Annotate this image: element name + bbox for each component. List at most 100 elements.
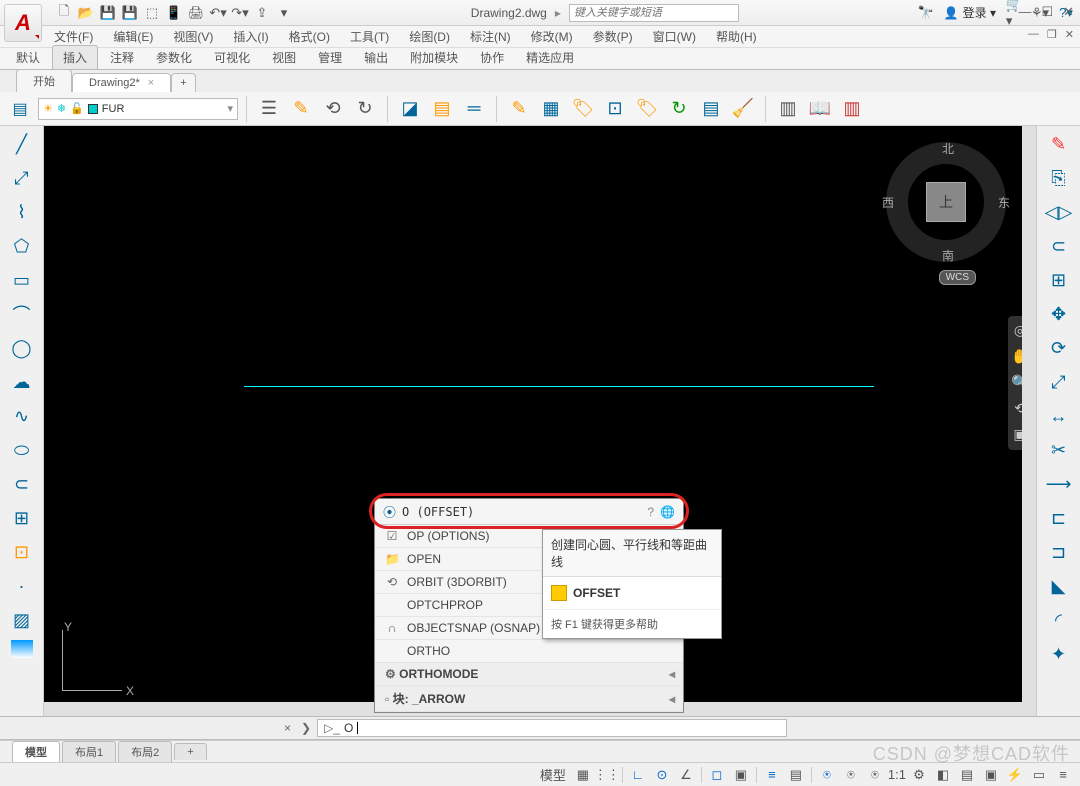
block-icon[interactable]: ✎: [505, 95, 533, 123]
rtab-collab[interactable]: 协作: [470, 46, 514, 69]
menu-param[interactable]: 参数(P): [585, 26, 641, 47]
ellipse-tool-icon[interactable]: ⬭: [6, 436, 38, 464]
plot-icon[interactable]: 🖨: [188, 5, 204, 21]
copy-tool-icon[interactable]: ⎘: [1043, 164, 1075, 192]
ellipsearc-tool-icon[interactable]: ⊂: [6, 470, 38, 498]
block-grid-icon[interactable]: ▦: [537, 95, 565, 123]
cmdline-close-icon[interactable]: ×: [280, 721, 295, 735]
block-tool-icon[interactable]: ⊡: [6, 538, 38, 566]
layer-dropdown[interactable]: ☀ ❄ 🔓 FUR ▾: [38, 98, 238, 120]
block-create-icon[interactable]: ▤: [697, 95, 725, 123]
help-small-icon[interactable]: ?: [647, 505, 654, 519]
break-tool-icon[interactable]: ⊏: [1043, 504, 1075, 532]
move-tool-icon[interactable]: ✥: [1043, 300, 1075, 328]
layer-prev-icon[interactable]: ✎: [287, 95, 315, 123]
doc-close-icon[interactable]: ✕: [1065, 28, 1074, 41]
scale-tool-icon[interactable]: ⤢: [1043, 368, 1075, 396]
cleanscreen-icon[interactable]: ▭: [1028, 765, 1050, 785]
isodraft-icon[interactable]: ∠: [675, 765, 697, 785]
open-icon[interactable]: 📂: [78, 5, 94, 21]
annomonitor-icon[interactable]: ▤: [956, 765, 978, 785]
save-icon[interactable]: 💾: [100, 5, 116, 21]
rtab-featured[interactable]: 精选应用: [516, 46, 584, 69]
mirror-tool-icon[interactable]: ◁▷: [1043, 198, 1075, 226]
menu-modify[interactable]: 修改(M): [523, 26, 581, 47]
palette3-icon[interactable]: ▥: [838, 95, 866, 123]
annoscale-icon[interactable]: ⍟: [816, 765, 838, 785]
tab-start[interactable]: 开始: [16, 69, 72, 92]
help-search[interactable]: [569, 4, 739, 22]
app-logo[interactable]: A: [4, 4, 42, 42]
viewcube-top[interactable]: 上: [926, 182, 966, 222]
doc-min-icon[interactable]: —: [1028, 28, 1039, 41]
extend-tool-icon[interactable]: ⟶: [1043, 470, 1075, 498]
spline-tool-icon[interactable]: ∿: [6, 402, 38, 430]
menu-insert[interactable]: 插入(I): [225, 26, 276, 47]
grid-toggle-icon[interactable]: ▦: [572, 765, 594, 785]
layout-model[interactable]: 模型: [12, 741, 60, 762]
rtab-annotate[interactable]: 注释: [100, 46, 144, 69]
minimize-icon[interactable]: —: [1018, 4, 1031, 20]
scale-display[interactable]: 1:1: [888, 765, 906, 785]
insert-tool-icon[interactable]: ⊞: [6, 504, 38, 532]
layout-2[interactable]: 布局2: [118, 741, 172, 762]
share-icon[interactable]: ⇪: [254, 5, 270, 21]
menu-window[interactable]: 窗口(W): [645, 26, 704, 47]
menu-help[interactable]: 帮助(H): [708, 26, 765, 47]
layer-states-icon[interactable]: ☰: [255, 95, 283, 123]
rotate-tool-icon[interactable]: ⟳: [1043, 334, 1075, 362]
revcloud-tool-icon[interactable]: ☁: [6, 368, 38, 396]
circle-tool-icon[interactable]: ◯: [6, 334, 38, 362]
ortho-toggle-icon[interactable]: ∟: [627, 765, 649, 785]
erase-tool-icon[interactable]: ✎: [1043, 130, 1075, 158]
suggest-orthomode[interactable]: ⚙ ORTHOMODE◂: [375, 663, 683, 686]
menu-format[interactable]: 格式(O): [281, 26, 338, 47]
join-tool-icon[interactable]: ⊐: [1043, 538, 1075, 566]
viewcube-south[interactable]: 南: [942, 247, 954, 264]
menu-view[interactable]: 视图(V): [165, 26, 221, 47]
menu-edit[interactable]: 编辑(E): [105, 26, 161, 47]
layer-props-icon[interactable]: ▤: [6, 95, 34, 123]
drawing-canvas[interactable]: 上 北 南 东 西 WCS ◎ ✋ 🔍 ⟲ ▣ X Y ⦿ O (OFFSET)…: [44, 126, 1036, 716]
tab-drawing2[interactable]: Drawing2*×: [72, 73, 171, 92]
saveas-icon[interactable]: 💾: [122, 5, 138, 21]
line-tool-icon[interactable]: ╱: [6, 130, 38, 158]
autocomplete-selected[interactable]: ⦿ O (OFFSET) ?🌐: [375, 499, 683, 525]
point-tool-icon[interactable]: ·: [6, 572, 38, 600]
xline-tool-icon[interactable]: ⤢: [6, 164, 38, 192]
prop-lineweight-icon[interactable]: ═: [460, 95, 488, 123]
new-icon[interactable]: 🗋: [56, 5, 72, 21]
tab-close-icon[interactable]: ×: [148, 77, 154, 89]
polar-toggle-icon[interactable]: ⊙: [651, 765, 673, 785]
osnap-toggle-icon[interactable]: ◻: [706, 765, 728, 785]
qat-menu-icon[interactable]: ▾: [276, 5, 292, 21]
trim-tool-icon[interactable]: ✂: [1043, 436, 1075, 464]
autoscale-icon[interactable]: ⍟: [864, 765, 886, 785]
tag-icon[interactable]: 🏷: [569, 95, 597, 123]
lwt-toggle-icon[interactable]: ≡: [761, 765, 783, 785]
canvas-vscroll[interactable]: [1022, 126, 1036, 716]
hatch-tool-icon[interactable]: ▨: [6, 606, 38, 634]
rectangle-tool-icon[interactable]: ▭: [6, 266, 38, 294]
menu-tools[interactable]: 工具(T): [342, 26, 397, 47]
rtab-visual[interactable]: 可视化: [204, 46, 260, 69]
suggest-ortho[interactable]: ORTHO: [375, 640, 683, 663]
transparency-icon[interactable]: ▤: [785, 765, 807, 785]
cmdline-history-icon[interactable]: ❯: [301, 721, 311, 735]
chamfer-tool-icon[interactable]: ◣: [1043, 572, 1075, 600]
menu-draw[interactable]: 绘图(D): [401, 26, 458, 47]
rtab-output[interactable]: 输出: [354, 46, 398, 69]
prop-linetype-icon[interactable]: ▤: [428, 95, 456, 123]
array-tool-icon[interactable]: ⊞: [1043, 266, 1075, 294]
polyline-tool-icon[interactable]: ⌇: [6, 198, 38, 226]
broom-icon[interactable]: 🧹: [729, 95, 757, 123]
undo-icon[interactable]: ↶▾: [210, 5, 226, 21]
maximize-icon[interactable]: ☐: [1041, 4, 1053, 20]
annoviz-icon[interactable]: ⍟: [840, 765, 862, 785]
view-cube[interactable]: 上 北 南 东 西: [886, 142, 1006, 262]
viewcube-east[interactable]: 东: [998, 194, 1010, 211]
palette1-icon[interactable]: ▥: [774, 95, 802, 123]
isolate-icon[interactable]: ▣: [980, 765, 1002, 785]
gradient-tool-icon[interactable]: [11, 640, 33, 658]
login-link[interactable]: 👤登录 ▾: [944, 4, 996, 21]
